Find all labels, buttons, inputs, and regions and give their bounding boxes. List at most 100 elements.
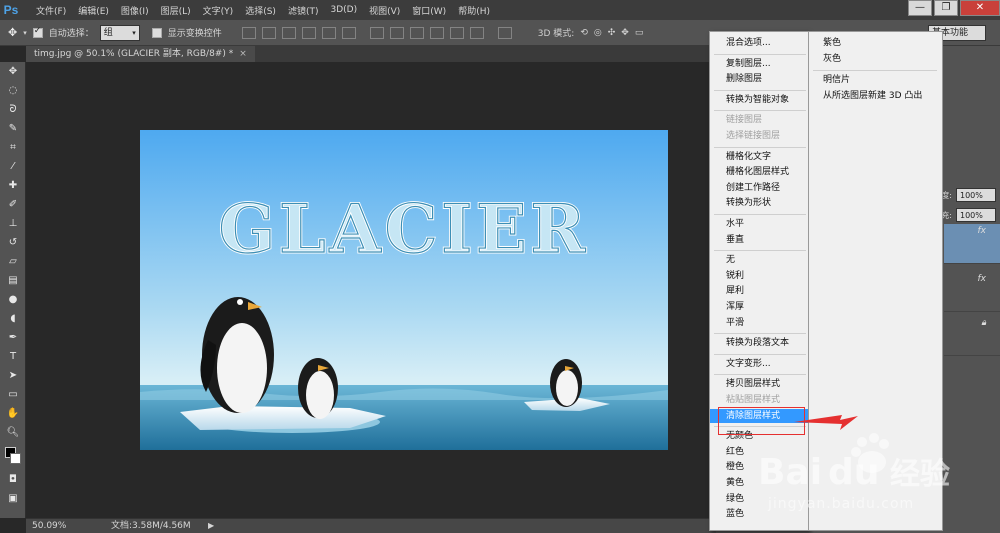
show-transform-checkbox[interactable] (151, 27, 162, 38)
move-tool-icon[interactable]: ✥ (0, 62, 26, 81)
opacity-field[interactable]: 100% (956, 188, 996, 202)
rectangle-tool-icon[interactable]: ▭ (0, 385, 26, 404)
3d-drag-icon[interactable]: ✣ (608, 28, 616, 38)
context-menu-item[interactable]: 绿色 (726, 492, 744, 506)
menu-window[interactable]: 窗口(W) (406, 4, 452, 17)
eyedropper-tool-icon[interactable]: ⁄ (0, 157, 26, 176)
marquee-tool-icon[interactable]: ◌ (0, 81, 26, 100)
distribute-bottom-icon[interactable] (409, 26, 424, 39)
minimize-button[interactable]: — (908, 0, 932, 16)
context-menu-item[interactable]: 转换为形状 (726, 196, 771, 210)
menu-image[interactable]: 图像(I) (115, 4, 155, 17)
align-top-icon[interactable] (241, 26, 256, 39)
3d-roll-icon[interactable]: ◎ (594, 28, 602, 38)
distribute-hcenter-icon[interactable] (449, 26, 464, 39)
document-tab[interactable]: timg.jpg @ 50.1% (GLACIER 副本, RGB/8#) * × (26, 46, 255, 62)
context-menu-item[interactable]: 创建工作路径 (726, 181, 780, 195)
color-swatches[interactable] (0, 442, 26, 470)
context-menu-item[interactable]: 删除图层 (726, 72, 762, 86)
submenu-item[interactable]: 明信片 (823, 73, 850, 87)
submenu-item[interactable]: 从所选图层新建 3D 凸出 (823, 89, 922, 103)
context-menu-item[interactable]: 混合选项... (726, 36, 771, 50)
menu-help[interactable]: 帮助(H) (452, 4, 496, 17)
distribute-top-icon[interactable] (369, 26, 384, 39)
context-menu-item[interactable]: 转换为智能对象 (726, 93, 789, 107)
context-menu-item[interactable]: 黄色 (726, 476, 744, 490)
layer-row-selected[interactable]: fx (944, 224, 1000, 264)
submenu-item[interactable]: 灰色 (823, 52, 841, 66)
auto-align-icon[interactable] (497, 26, 512, 39)
screen-mode-icon[interactable]: ▣ (0, 489, 26, 508)
move-tool-icon[interactable]: ✥ (8, 26, 17, 39)
context-menu-item[interactable]: 水平 (726, 217, 744, 231)
context-menu-item[interactable]: 转换为段落文本 (726, 336, 789, 350)
3d-rotate-icon[interactable]: ⟲ (580, 28, 588, 38)
menu-select[interactable]: 选择(S) (239, 4, 282, 17)
context-menu-item[interactable]: 文字变形... (726, 357, 771, 371)
lasso-tool-icon[interactable]: ᘐ (0, 100, 26, 119)
menu-3d[interactable]: 3D(D) (324, 5, 363, 15)
layer-row[interactable]: 🔒︎ (944, 316, 1000, 356)
background-color[interactable] (10, 453, 21, 464)
blur-tool-icon[interactable]: ● (0, 290, 26, 309)
context-menu-item[interactable]: 蓝色 (726, 507, 744, 521)
gradient-tool-icon[interactable]: ▤ (0, 271, 26, 290)
context-menu-item[interactable]: 橙色 (726, 460, 744, 474)
type-tool-icon[interactable]: T (0, 347, 26, 366)
layer-row[interactable]: fx (944, 272, 1000, 312)
history-brush-tool-icon[interactable]: ↺ (0, 233, 26, 252)
status-menu-arrow-icon[interactable]: ▶ (208, 519, 214, 533)
close-tab-icon[interactable]: × (239, 49, 247, 59)
crop-tool-icon[interactable]: ⌗ (0, 138, 26, 157)
context-menu-item[interactable]: 栅格化图层样式 (726, 165, 789, 179)
auto-select-dropdown[interactable]: 组 ▾ (99, 24, 140, 41)
fx-icon[interactable]: fx (978, 274, 987, 284)
context-menu-item[interactable]: 无 (726, 253, 735, 267)
pen-tool-icon[interactable]: ✒ (0, 328, 26, 347)
menu-view[interactable]: 视图(V) (363, 4, 406, 17)
distribute-right-icon[interactable] (469, 26, 484, 39)
dodge-tool-icon[interactable]: ◖ (0, 309, 26, 328)
brush-tool-icon[interactable]: ✐ (0, 195, 26, 214)
3d-scale-icon[interactable]: ▭ (635, 28, 644, 38)
healing-tool-icon[interactable]: ✚ (0, 176, 26, 195)
context-menu-item[interactable]: 红色 (726, 445, 744, 459)
3d-slide-icon[interactable]: ✥ (621, 28, 629, 38)
eraser-tool-icon[interactable]: ▱ (0, 252, 26, 271)
distribute-left-icon[interactable] (429, 26, 444, 39)
fx-icon[interactable]: fx (978, 226, 987, 236)
fill-field[interactable]: 100% (956, 208, 996, 222)
menu-type[interactable]: 文字(Y) (197, 4, 240, 17)
auto-select-checkbox[interactable] (32, 26, 43, 38)
menu-layer[interactable]: 图层(L) (155, 4, 197, 17)
align-vcenter-icon[interactable] (261, 26, 276, 39)
context-menu-item[interactable]: 拷贝图层样式 (726, 377, 780, 391)
close-button[interactable]: ✕ (960, 0, 1000, 16)
chevron-down-icon[interactable]: ▾ (23, 29, 27, 37)
quick-mask-icon[interactable]: ◘ (0, 470, 26, 489)
zoom-level[interactable]: 50.09% (32, 519, 66, 533)
context-menu-item[interactable]: 犀利 (726, 284, 744, 298)
align-hcenter-icon[interactable] (321, 26, 336, 39)
align-left-icon[interactable] (301, 26, 316, 39)
menu-edit[interactable]: 编辑(E) (72, 4, 115, 17)
zoom-tool-icon[interactable]: 🔍︎ (0, 423, 26, 442)
align-bottom-icon[interactable] (281, 26, 296, 39)
context-menu-item[interactable]: 平滑 (726, 316, 744, 330)
stamp-tool-icon[interactable]: ⊥ (0, 214, 26, 233)
path-select-tool-icon[interactable]: ➤ (0, 366, 26, 385)
context-menu-item[interactable]: 垂直 (726, 233, 744, 247)
restore-button[interactable]: ❐ (934, 0, 958, 16)
align-right-icon[interactable] (341, 26, 356, 39)
menu-file[interactable]: 文件(F) (30, 4, 72, 17)
context-menu-item[interactable]: 锐利 (726, 269, 744, 283)
context-menu-item[interactable]: 浑厚 (726, 300, 744, 314)
context-menu-item[interactable]: 栅格化文字 (726, 150, 771, 164)
context-menu-item[interactable]: 复制图层... (726, 57, 771, 71)
document-canvas[interactable]: GLACIER GLACIER (140, 130, 668, 450)
distribute-vcenter-icon[interactable] (389, 26, 404, 39)
hand-tool-icon[interactable]: ✋ (0, 404, 26, 423)
menu-filter[interactable]: 滤镜(T) (282, 4, 325, 17)
submenu-item[interactable]: 紫色 (823, 36, 841, 50)
quick-select-tool-icon[interactable]: ✎ (0, 119, 26, 138)
